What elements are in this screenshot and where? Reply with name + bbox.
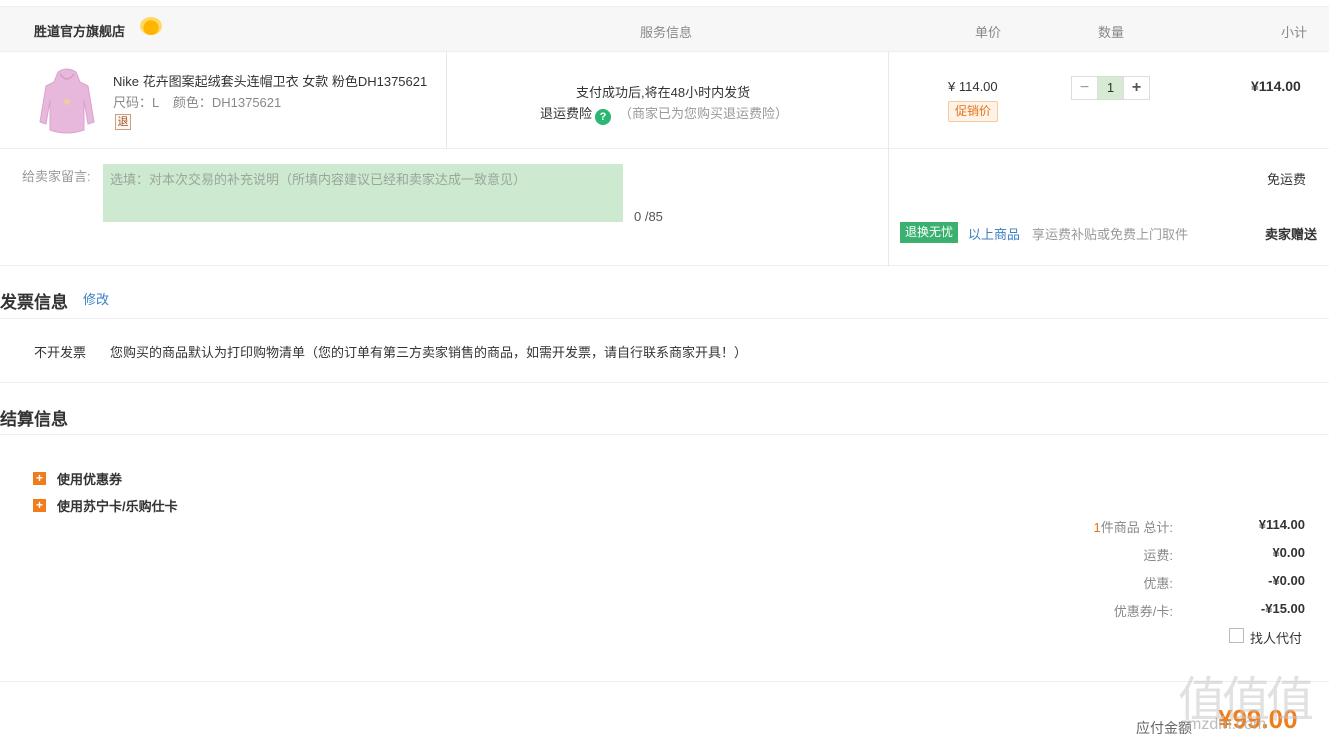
invoice-edit-link[interactable]: 修改 <box>83 289 109 308</box>
seller-message-input[interactable] <box>103 164 623 222</box>
summary-shipping: ¥0.00 <box>1272 545 1305 560</box>
quantity-stepper: − 1 + <box>1071 76 1150 100</box>
use-giftcard-toggle[interactable]: + 使用苏宁卡/乐购仕卡 <box>33 496 178 515</box>
seller-gift-label: 卖家赠送 <box>1265 227 1318 242</box>
return-insurance: 退运费险? （商家已为您购买退运费险） <box>540 103 788 125</box>
invoice-description: 您购买的商品默认为打印购物清单（您的订单有第三方卖家销售的商品，如需开发票，请自… <box>110 345 748 360</box>
col-service-header: 服务信息 <box>640 25 693 40</box>
invoice-section-title: 发票信息 <box>0 293 68 312</box>
summary-coupon: -¥15.00 <box>1260 601 1305 616</box>
use-coupon-toggle[interactable]: + 使用优惠券 <box>33 469 122 488</box>
divider <box>888 52 889 149</box>
watermark-site: smzdm.com <box>1180 716 1267 733</box>
product-spec: 尺码：L 颜色：DH1375621 <box>113 92 291 111</box>
product-name-link[interactable]: Nike 花卉图案起绒套头连帽卫衣 女款 粉色DH1375621 <box>113 71 433 90</box>
message-label: 给卖家留言: <box>22 169 91 184</box>
product-size: 尺码：L <box>113 95 160 110</box>
col-qty-header: 数量 <box>1098 25 1125 40</box>
row-subtotal: ¥114.00 <box>1251 78 1301 94</box>
summary-discount-label: 优惠: <box>1143 576 1173 591</box>
col-price-header: 单价 <box>975 25 1002 40</box>
proxy-pay-checkbox[interactable] <box>1229 628 1244 643</box>
summary-discount: -¥0.00 <box>1268 573 1305 588</box>
qty-increase-button[interactable]: + <box>1124 77 1149 99</box>
qty-decrease-button[interactable]: − <box>1072 77 1097 99</box>
product-row: Nike 花卉图案起绒套头连帽卫衣 女款 粉色DH1375621 尺码：L 颜色… <box>0 52 1329 149</box>
summary-count-label: 1件商品 总计: <box>1094 517 1173 536</box>
settlement-section-title: 结算信息 <box>0 410 68 429</box>
invoice-type: 不开发票 <box>34 345 87 360</box>
item-count: 1 <box>1093 520 1101 535</box>
seller-message-row: 给卖家留言: 0 /85 免运费 退换无忧 以上商品 享运费补贴或免费上门取件 … <box>0 149 1329 266</box>
return-tag-icon: 退 <box>115 114 131 130</box>
message-char-counter: 0 /85 <box>634 209 663 224</box>
return-insurance-label: 退运费险 <box>540 106 593 121</box>
item-count-suffix: 件商品 总计: <box>1100 520 1173 535</box>
goods-link[interactable]: 以上商品 <box>968 224 1020 243</box>
product-thumbnail[interactable] <box>36 66 98 136</box>
expand-plus-icon: + <box>33 472 46 485</box>
use-giftcard-label: 使用苏宁卡/乐购仕卡 <box>57 499 178 514</box>
shipping-fee: 免运费 <box>1267 172 1307 187</box>
use-coupon-label: 使用优惠券 <box>57 472 123 487</box>
shipping-promise: 支付成功后,将在48小时内发货 <box>576 85 751 100</box>
store-name[interactable]: 胜道官方旗舰店 <box>34 21 125 40</box>
product-color: 颜色：DH1375621 <box>172 95 282 110</box>
divider <box>888 149 889 266</box>
divider <box>446 52 447 149</box>
col-subtotal-header: 小计 <box>1281 25 1308 40</box>
worry-free-return-badge: 退换无忧 <box>900 222 959 243</box>
divider <box>0 681 1329 682</box>
return-insurance-note: （商家已为您购买退运费险） <box>619 106 789 121</box>
divider <box>0 382 1329 383</box>
return-benefit-desc: 享运费补贴或免费上门取件 <box>1032 227 1189 242</box>
summary-total: ¥114.00 <box>1258 517 1305 532</box>
promo-price-badge: 促销价 <box>948 101 999 122</box>
expand-plus-icon: + <box>33 499 46 512</box>
unit-price: ¥ 114.00 <box>948 79 998 94</box>
help-icon[interactable]: ? <box>595 109 612 125</box>
summary-coupon-label: 优惠券/卡: <box>1113 604 1173 619</box>
qty-input[interactable]: 1 <box>1097 77 1124 99</box>
order-table-header: 胜道官方旗舰店 服务信息 单价 数量 小计 <box>0 6 1329 52</box>
summary-shipping-label: 运费: <box>1143 548 1173 563</box>
divider <box>0 318 1329 319</box>
store-badge-icon <box>140 17 162 35</box>
divider <box>0 434 1329 435</box>
proxy-pay-label[interactable]: 找人代付 <box>1250 628 1302 647</box>
